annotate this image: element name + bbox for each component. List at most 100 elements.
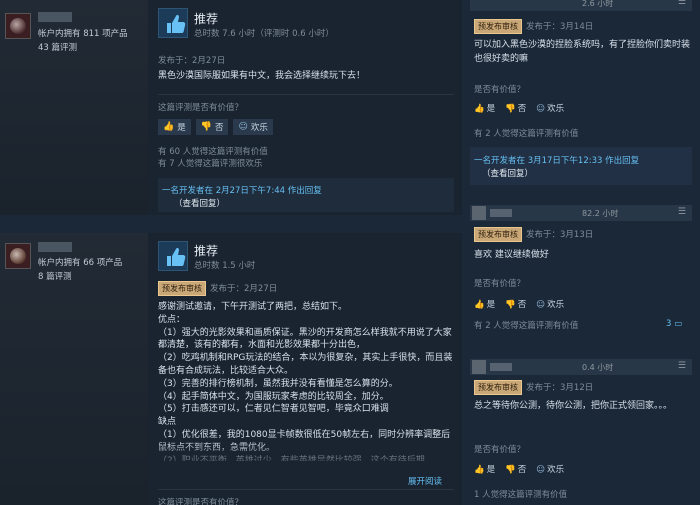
vote-no-label: 否 bbox=[517, 104, 527, 114]
comment-text: 总之等待你公测，待你公测，把你正式领回家。。。 bbox=[474, 401, 673, 411]
comment-posted-date: 发布于：3月14日 bbox=[526, 22, 594, 32]
prerelease-badge: 预发布审核 bbox=[158, 281, 206, 296]
vote-row: 👍 是 👎 否 ☺ 欢乐 bbox=[474, 298, 564, 310]
review-body: 黑色沙漠国际服如果有中文，我会选择继续玩下去！ bbox=[158, 71, 366, 81]
comment-count-bubble[interactable]: 3 ▭ bbox=[666, 319, 682, 329]
smile-icon: ☺ bbox=[238, 122, 248, 132]
body-fade bbox=[148, 441, 462, 469]
review-hours: 总时数 1.5 小时 bbox=[194, 261, 256, 271]
vote-yes-label: 是 bbox=[486, 300, 496, 310]
view-response-link[interactable]: （查看回复） bbox=[174, 197, 225, 209]
review-author-panel: 帐户内拥有 66 项产品 8 篇评测 bbox=[0, 233, 148, 505]
comment-bubble-icon: ▭ bbox=[674, 319, 683, 329]
vote-no-label: 否 bbox=[214, 123, 224, 133]
review-hours: 总时数 7.6 小时（评测时 0.6 小时） bbox=[194, 29, 334, 39]
author-review-count[interactable]: 43 篇评测 bbox=[38, 41, 77, 53]
avatar[interactable] bbox=[5, 13, 31, 39]
review-posted-line: 预发布审核 发布于：2月27日 bbox=[158, 281, 277, 296]
thumbs-up-icon bbox=[158, 8, 188, 38]
review-card: 帐户内拥有 66 项产品 8 篇评测 推荐 总时数 1.5 小时 预发布审核 发布… bbox=[0, 233, 462, 505]
vote-no-button[interactable]: 👎 否 bbox=[195, 119, 229, 135]
helpful-count: 有 60 人觉得这篇评测有价值 bbox=[158, 147, 268, 157]
vote-no-button[interactable]: 👎 否 bbox=[505, 102, 526, 114]
prerelease-badge: 预发布审核 bbox=[474, 380, 522, 395]
helpful-question: 这篇评测是否有价值？ bbox=[158, 103, 244, 113]
vote-yes-button[interactable]: 👍 是 bbox=[474, 102, 495, 114]
comment-header: 82.2 小时 ☰ bbox=[470, 205, 692, 221]
smile-icon: ☺ bbox=[536, 465, 546, 475]
thumbs-down-icon: 👎 bbox=[200, 122, 212, 132]
comment-posted-date: 发布于：3月12日 bbox=[526, 383, 594, 393]
thumbs-up-icon: 👍 bbox=[163, 122, 175, 132]
thumbs-up-icon: 👍 bbox=[474, 104, 485, 114]
review-author-panel: 帐户内拥有 811 项产品 43 篇评测 bbox=[0, 0, 148, 215]
vote-yes-button[interactable]: 👍 是 bbox=[474, 463, 495, 475]
helpful-count: 1 人觉得这篇评测有价值 bbox=[474, 490, 568, 500]
vote-funny-button[interactable]: ☺ 欢乐 bbox=[536, 102, 564, 114]
vote-funny-button[interactable]: ☺ 欢乐 bbox=[233, 119, 273, 135]
hamburger-icon[interactable]: ☰ bbox=[678, 361, 686, 371]
vote-funny-button[interactable]: ☺ 欢乐 bbox=[536, 298, 564, 310]
avatar[interactable] bbox=[472, 360, 486, 374]
divider bbox=[158, 94, 454, 95]
comment-posted-date: 发布于：3月13日 bbox=[526, 230, 594, 240]
review-verdict[interactable]: 推荐 bbox=[194, 10, 218, 27]
thumbs-down-icon: 👎 bbox=[505, 465, 516, 475]
vote-yes-button[interactable]: 👍 是 bbox=[474, 298, 495, 310]
review-card: 帐户内拥有 811 项产品 43 篇评测 推荐 总时数 7.6 小时（评测时 0… bbox=[0, 0, 462, 215]
comment-header: 0.4 小时 ☰ bbox=[470, 359, 692, 375]
vote-row: 👍 是 👎 否 ☺ 欢乐 bbox=[158, 119, 273, 135]
comment-count: 3 bbox=[666, 319, 672, 329]
helpful-question: 是否有价值？ bbox=[474, 445, 526, 455]
vote-funny-label: 欢乐 bbox=[250, 123, 268, 133]
vote-funny-label: 欢乐 bbox=[547, 104, 565, 114]
comment-text: 可以加入黑色沙漠的捏脸系统吗，有了捏脸你们卖时装也很好卖的嘛 bbox=[474, 40, 691, 64]
author-name-redacted[interactable] bbox=[38, 12, 72, 22]
author-products: 帐户内拥有 66 项产品 bbox=[38, 258, 123, 268]
developer-response-line[interactable]: 一名开发者在 3月17日下午12:33 作出回复 bbox=[474, 154, 639, 166]
vote-funny-button[interactable]: ☺ 欢乐 bbox=[536, 463, 564, 475]
comment-card: 2.6 小时 ☰ 预发布审核 发布于：3月14日 可以加入黑色沙漠的捏脸系统吗，有… bbox=[470, 0, 692, 140]
vote-row: 👍 是 👎 否 ☺ 欢乐 bbox=[474, 463, 564, 475]
comment-author-redacted[interactable] bbox=[490, 363, 512, 371]
vote-yes-label: 是 bbox=[486, 465, 496, 475]
author-products: 帐户内拥有 811 项产品 bbox=[38, 29, 128, 39]
helpful-count: 有 2 人觉得这篇评测有价值 bbox=[474, 129, 579, 139]
thumbs-down-icon: 👎 bbox=[505, 300, 516, 310]
comment-posted-line: 预发布审核 发布于：3月13日 bbox=[474, 227, 593, 242]
thumbs-up-icon bbox=[158, 241, 188, 271]
vote-no-button[interactable]: 👎 否 bbox=[505, 298, 526, 310]
avatar[interactable] bbox=[5, 243, 31, 269]
hamburger-icon[interactable]: ☰ bbox=[678, 207, 686, 217]
comment-card: 0.4 小时 ☰ 预发布审核 发布于：3月12日 总之等待你公测，待你公测，把你正… bbox=[470, 359, 692, 505]
comment-hours: 2.6 小时 bbox=[582, 0, 614, 8]
review-verdict[interactable]: 推荐 bbox=[194, 242, 218, 259]
hamburger-icon[interactable]: ☰ bbox=[678, 0, 686, 7]
comment-posted-line: 预发布审核 发布于：3月14日 bbox=[474, 19, 593, 34]
prerelease-badge: 预发布审核 bbox=[474, 227, 522, 242]
comment-hours: 0.4 小时 bbox=[582, 363, 614, 372]
comment-header: 2.6 小时 ☰ bbox=[470, 0, 692, 11]
smile-icon: ☺ bbox=[536, 104, 546, 114]
vote-funny-label: 欢乐 bbox=[547, 300, 565, 310]
author-review-count[interactable]: 8 篇评测 bbox=[38, 270, 72, 282]
author-name-redacted[interactable] bbox=[38, 242, 72, 252]
avatar[interactable] bbox=[472, 206, 486, 220]
vote-yes-button[interactable]: 👍 是 bbox=[158, 119, 191, 135]
helpful-question: 是否有价值？ bbox=[474, 85, 526, 95]
smile-icon: ☺ bbox=[536, 300, 546, 310]
developer-response-line[interactable]: 一名开发者在 2月27日下午7:44 作出回复 bbox=[162, 184, 322, 196]
review-main: 推荐 总时数 1.5 小时 预发布审核 发布于：2月27日 感谢测试邀请，下午开测… bbox=[148, 233, 462, 505]
view-response-link[interactable]: （查看回复） bbox=[482, 167, 533, 179]
comment-card: 82.2 小时 ☰ 预发布审核 发布于：3月13日 喜欢 建议继续做好 是否有价值… bbox=[470, 205, 692, 335]
expand-link[interactable]: 展开阅读 bbox=[408, 475, 442, 487]
vote-funny-label: 欢乐 bbox=[547, 465, 565, 475]
helpful-question: 这篇评测是否有价值？ bbox=[158, 498, 244, 505]
vote-no-button[interactable]: 👎 否 bbox=[505, 463, 526, 475]
review-posted-date: 发布于：2月27日 bbox=[210, 284, 278, 294]
comment-author-redacted[interactable] bbox=[490, 209, 512, 217]
review-gap bbox=[0, 215, 462, 233]
vote-no-label: 否 bbox=[517, 465, 527, 475]
thumbs-up-icon: 👍 bbox=[474, 300, 485, 310]
helpful-count: 有 2 人觉得这篇评测有价值 bbox=[474, 321, 579, 331]
